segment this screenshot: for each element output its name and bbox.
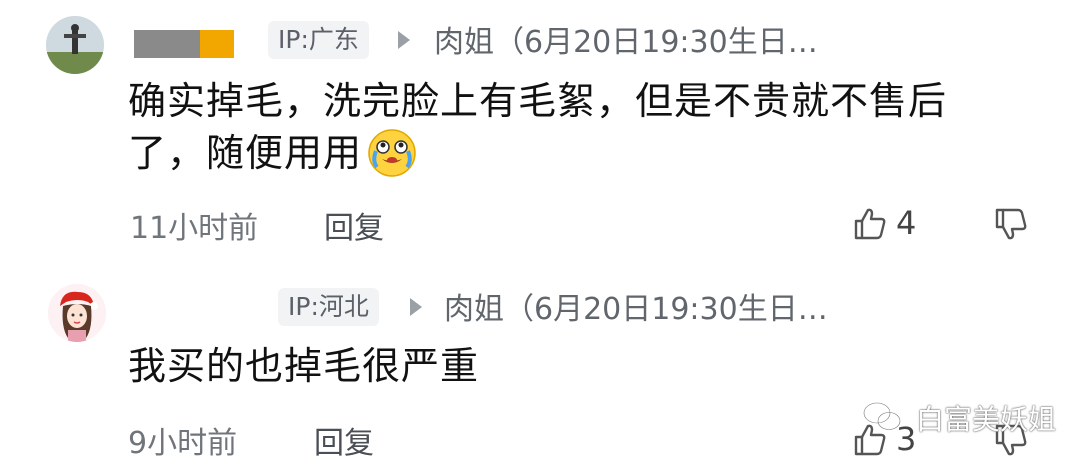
comment-text-line-1: 确实掉毛，洗完脸上有毛絮，但是不贵就不售后 (128, 79, 948, 123)
reply-arrow-icon (410, 298, 422, 316)
commenter-avatar[interactable] (46, 16, 104, 74)
comment-text: 我买的也掉毛很严重 (128, 340, 1028, 392)
commenter-avatar[interactable] (48, 284, 106, 342)
comment-text-line-2-text: 了，随便用用 (128, 131, 363, 175)
watermark-text: 白富美妖姐 (916, 403, 1057, 436)
reply-button[interactable]: 回复 (314, 418, 374, 462)
thumbs-up-icon (854, 208, 886, 240)
username-masked[interactable] (134, 294, 264, 324)
reply-to-user[interactable]: 肉姐（6月20日19:30生日… (434, 17, 818, 61)
avatar-photo (46, 16, 104, 74)
comment-timestamp: 9小时前 (128, 426, 238, 461)
ip-location-badge: IP:广东 (268, 21, 369, 59)
comment-text-line-2: 了，随便用用 (128, 127, 1028, 179)
reply-button[interactable]: 回复 (324, 203, 384, 247)
like-button[interactable]: 4 (852, 204, 932, 244)
like-count: 4 (896, 204, 917, 242)
reply-to-user[interactable]: 肉姐（6月20日19:30生日… (444, 284, 828, 328)
wechat-logo-icon (862, 401, 902, 431)
ip-location-badge: IP:河北 (278, 288, 379, 326)
thumbs-down-icon (995, 208, 1027, 240)
reply-arrow-icon (398, 31, 410, 49)
dislike-button[interactable] (993, 206, 1029, 242)
comment-text-line-1: 我买的也掉毛很严重 (128, 344, 480, 388)
username-masked[interactable] (134, 28, 234, 58)
comment-text: 确实掉毛，洗完脸上有毛絮，但是不贵就不售后 了，随便用用 (128, 75, 1028, 179)
comment-timestamp: 11小时前 (130, 211, 259, 246)
laughing-crying-emoji-icon (366, 127, 418, 179)
avatar-photo (48, 284, 106, 342)
comment-1: IP:广东 肉姐（6月20日19:30生日… 确实掉毛，洗完脸上有毛絮，但是不贵… (0, 0, 1080, 250)
